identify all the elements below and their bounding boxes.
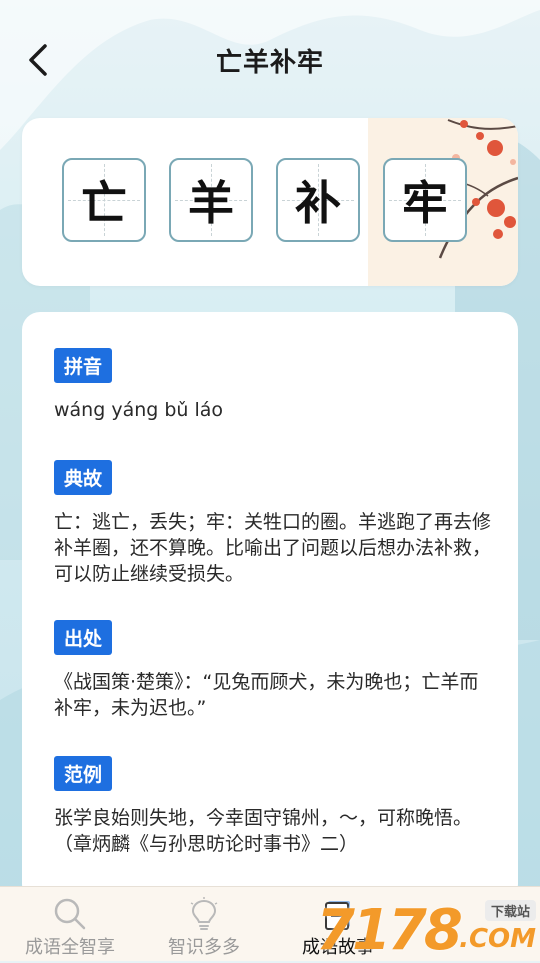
watermark-text: 7178 <box>316 898 463 963</box>
page-title: 亡羊补牢 <box>215 48 324 78</box>
section-tag: 拼音 <box>54 348 113 383</box>
watermark-badge: 下载站 <box>484 900 536 921</box>
pinyin-section: 拼音 wáng yáng bǔ láo <box>54 348 494 423</box>
allusion-text: 亡：逃亡，丢失；牢：关牲口的圈。羊逃跑了再去修补羊圈，还不算晚。比喻出了问题以后… <box>54 511 492 585</box>
example-section: 范例 张学良始则失地，今幸固守锦州，～，可称晚悟。（章炳麟《与孙思昉论时事书》二… <box>54 756 494 857</box>
watermark-com: .COM <box>459 924 536 954</box>
char-box: 羊 <box>169 158 253 242</box>
section-tag: 典故 <box>54 460 113 495</box>
lightbulb-icon <box>190 897 218 930</box>
pinyin-text: wáng yáng bǔ láo <box>54 399 224 421</box>
char-box: 补 <box>276 158 360 242</box>
idiom-detail-card: 拼音 wáng yáng bǔ láo 典故 亡：逃亡，丢失；牢：关牲口的圈。羊… <box>22 312 518 902</box>
search-icon <box>54 898 86 930</box>
idiom-characters: 亡 羊 补 牢 <box>62 158 467 242</box>
allusion-section: 典故 亡：逃亡，丢失；牢：关牲口的圈。羊逃跑了再去修补羊圈，还不算晚。比喻出了问… <box>54 460 494 587</box>
example-text: 张学良始则失地，今幸固守锦州，～，可称晚悟。（章炳麟《与孙思昉论时事书》二） <box>54 807 473 855</box>
idiom-char: 亡 <box>81 176 127 230</box>
tab-knowledge[interactable]: 智识多多 <box>134 887 274 961</box>
site-watermark: 7178 下载站 .COM <box>316 896 540 963</box>
tab-label: 成语全智享 <box>25 937 115 958</box>
section-tag: 范例 <box>54 756 113 791</box>
idiom-char: 羊 <box>188 176 234 230</box>
char-box: 亡 <box>62 158 146 242</box>
char-box: 牢 <box>383 158 467 242</box>
idiom-card: 亡 羊 补 牢 <box>22 118 518 286</box>
tab-label: 智识多多 <box>168 937 240 958</box>
source-section: 出处 《战国策·楚策》：“见兔而顾犬，未为晚也；亡羊而补牢，未为迟也。” <box>54 620 494 721</box>
section-tag: 出处 <box>54 620 113 655</box>
source-text: 《战国策·楚策》：“见兔而顾犬，未为晚也；亡羊而补牢，未为迟也。” <box>54 671 479 719</box>
idiom-char: 牢 <box>402 176 448 230</box>
idiom-char: 补 <box>295 176 341 230</box>
tab-idiom-search[interactable]: 成语全智享 <box>0 887 140 961</box>
